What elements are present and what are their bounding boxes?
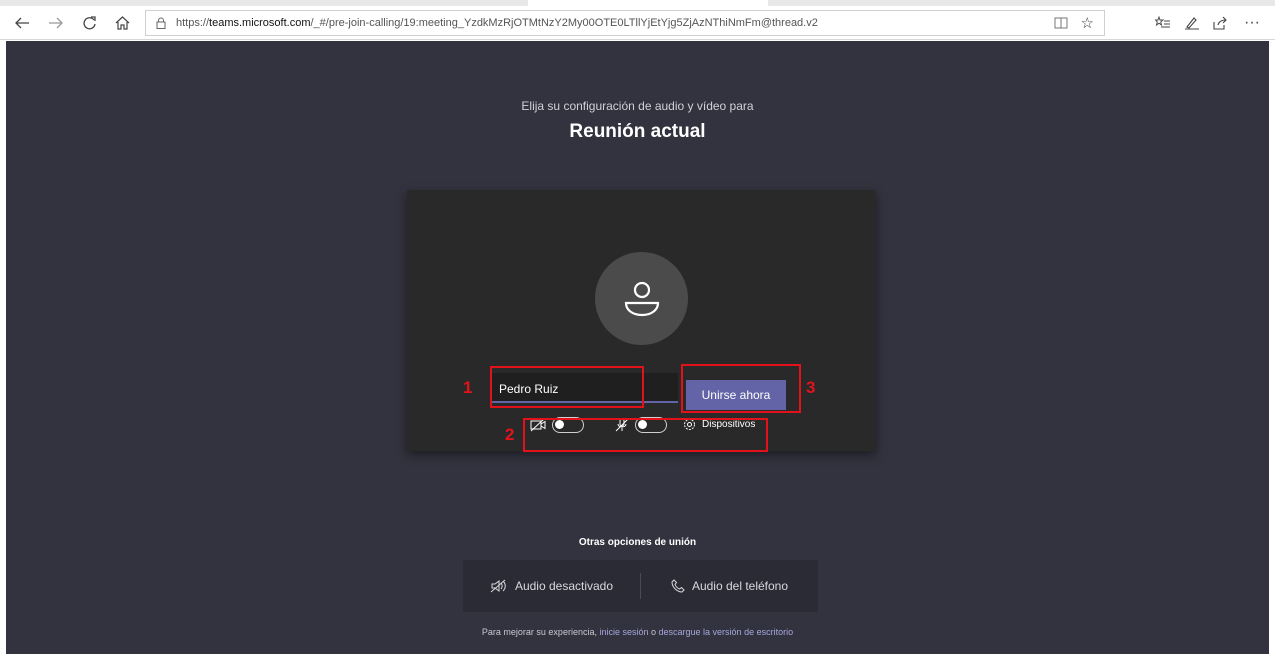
share-icon[interactable]	[1206, 10, 1234, 36]
forward-icon[interactable]	[42, 10, 70, 36]
favorite-star-icon[interactable]: ☆	[1081, 14, 1094, 32]
phone-audio-label: Audio del teléfono	[691, 579, 789, 593]
prejoin-preview-panel: Pedro Ruiz Unirse ahora Dispositivos	[407, 190, 876, 451]
url-domain: teams.microsoft.com	[209, 17, 311, 29]
browser-window: https://teams.microsoft.com/_#/pre-join-…	[0, 0, 1275, 654]
annotation-box-2	[523, 418, 768, 452]
home-icon[interactable]	[108, 10, 136, 36]
annotation-number-1: 1	[463, 378, 473, 397]
favorites-list-icon[interactable]	[1149, 10, 1177, 36]
phone-audio-option[interactable]: Audio del teléfono	[641, 560, 818, 612]
speaker-off-icon	[490, 579, 506, 593]
annotation-box-1	[490, 366, 644, 408]
browser-toolbar: https://teams.microsoft.com/_#/pre-join-…	[0, 6, 1275, 40]
reading-view-icon[interactable]	[1054, 16, 1068, 34]
phone-icon	[671, 579, 685, 593]
annotation-number-3: 3	[806, 378, 816, 397]
other-join-options: Audio desactivado Audio del teléfono	[463, 560, 818, 612]
annotation-number-2: 2	[505, 425, 515, 444]
address-bar[interactable]: https://teams.microsoft.com/_#/pre-join-…	[145, 10, 1105, 36]
audio-off-label: Audio desactivado	[514, 579, 614, 593]
teams-prejoin-page: Elija su configuración de audio y vídeo …	[6, 41, 1269, 654]
back-icon[interactable]	[8, 10, 36, 36]
meeting-title: Reunión actual	[569, 121, 706, 142]
footer-message: Para mejorar su experiencia, inicie sesi…	[481, 627, 794, 637]
more-icon[interactable]: ···	[1238, 10, 1266, 36]
refresh-icon[interactable]	[76, 10, 104, 36]
download-desktop-link[interactable]: descargue la versión de escritorio	[659, 627, 794, 637]
sign-in-link[interactable]: inicie sesión	[599, 627, 648, 637]
lock-icon	[154, 16, 168, 30]
avatar	[595, 252, 688, 345]
audio-off-option[interactable]: Audio desactivado	[463, 560, 640, 612]
pen-icon[interactable]	[1178, 10, 1206, 36]
person-icon	[624, 281, 659, 316]
prejoin-subtitle: Elija su configuración de audio y vídeo …	[521, 99, 754, 113]
url-text: https://teams.microsoft.com/_#/pre-join-…	[176, 17, 818, 29]
other-join-options-title: Otras opciones de unión	[578, 537, 697, 548]
annotation-box-3	[681, 364, 801, 413]
